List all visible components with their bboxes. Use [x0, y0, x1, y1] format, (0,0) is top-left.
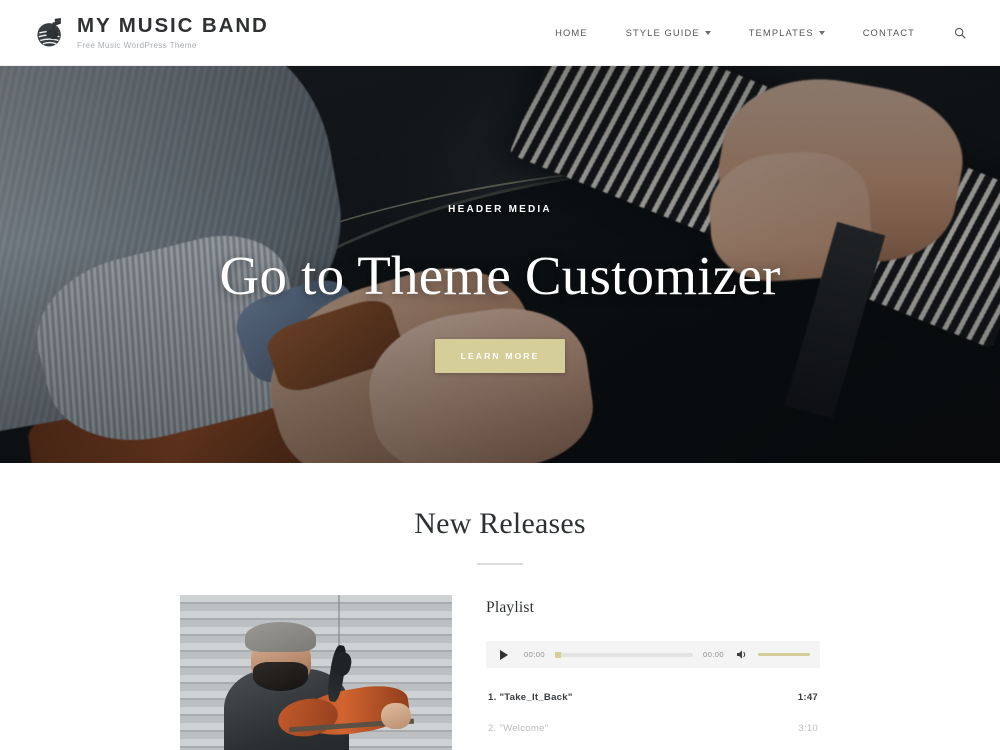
playlist-title: Playlist	[486, 599, 535, 616]
volume-slider[interactable]	[758, 653, 810, 656]
playlist-panel: Playlist 00:00 00:00 1. "Take_It_Back" 1…	[452, 595, 820, 750]
play-icon[interactable]	[496, 649, 512, 660]
nav-item-home[interactable]: HOME	[536, 27, 607, 38]
chevron-down-icon	[704, 31, 711, 35]
progress-slider[interactable]	[555, 651, 693, 658]
release-photo	[180, 595, 452, 750]
track-index: 1.	[488, 692, 497, 703]
track-duration: 3:10	[798, 723, 818, 734]
track-list-item[interactable]: 1. "Take_It_Back" 1:47	[486, 682, 820, 713]
audio-player: 00:00 00:00	[486, 641, 820, 668]
section-title: New Releases	[414, 507, 586, 540]
site-tagline: Free Music WordPress Theme	[77, 40, 197, 50]
track-name: "Welcome"	[499, 723, 549, 734]
release-media	[180, 595, 452, 750]
site-title: MY MUSIC BAND	[77, 14, 269, 38]
chevron-down-icon	[818, 31, 825, 35]
search-toggle-button[interactable]	[934, 27, 968, 39]
volume-icon[interactable]	[736, 649, 749, 660]
hero-title: Go to Theme Customizer	[219, 245, 781, 306]
nav-item-label: TEMPLATES	[748, 27, 814, 38]
music-note-circle-logo-icon	[36, 16, 66, 48]
track-list-item[interactable]: 2. "Welcome" 3:10	[486, 713, 820, 744]
nav-item-label: STYLE GUIDE	[625, 27, 700, 38]
nav-item-style-guide[interactable]: STYLE GUIDE	[607, 27, 730, 38]
track-list-item[interactable]: 3. "While_You_Work_It" 1:59	[486, 744, 820, 750]
nav-item-contact[interactable]: CONTACT	[844, 27, 934, 38]
hero-header-media: HEADER MEDIA Go to Theme Customizer LEAR…	[0, 66, 1000, 463]
nav-item-label: HOME	[555, 27, 588, 38]
primary-navigation: HOME STYLE GUIDE TEMPLATES CONTACT	[536, 27, 968, 39]
site-header: MY MUSIC BAND Free Music WordPress Theme…	[0, 0, 1000, 66]
current-time: 00:00	[524, 650, 546, 659]
search-icon	[954, 27, 966, 39]
progress-handle[interactable]	[555, 651, 562, 658]
hero-eyebrow: HEADER MEDIA	[448, 204, 552, 215]
learn-more-button[interactable]: LEARN MORE	[434, 338, 566, 373]
track-index: 2.	[488, 723, 497, 734]
nav-item-label: CONTACT	[862, 27, 915, 38]
duration-time: 00:00	[702, 650, 724, 659]
new-releases-section: New Releases Playlist 00:00 00:00 1. "Ta…	[0, 463, 1000, 750]
track-list: 1. "Take_It_Back" 1:47 2. "Welcome" 3:10…	[486, 682, 820, 750]
track-duration: 1:47	[797, 692, 818, 703]
nav-item-templates[interactable]: TEMPLATES	[730, 27, 844, 38]
track-name: "Take_It_Back"	[499, 692, 573, 703]
site-brand[interactable]: MY MUSIC BAND Free Music WordPress Theme	[36, 15, 269, 50]
